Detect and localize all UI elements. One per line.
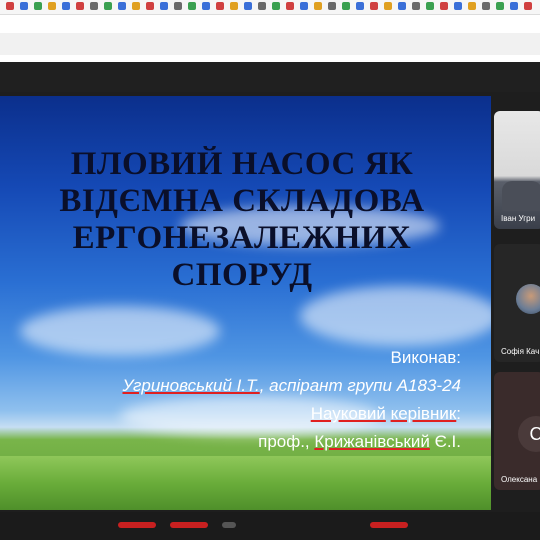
control-button[interactable] [370, 522, 408, 528]
slide-author-info: Виконав: Угриновський І.Т., аспірант гру… [1, 344, 461, 456]
advisor-initials: Є.І. [429, 432, 461, 451]
tab-favicon[interactable] [524, 2, 532, 10]
tab-favicon[interactable] [104, 2, 112, 10]
cloud-shape [300, 286, 491, 346]
slide-title-line: СПОРУД [171, 257, 313, 293]
control-button[interactable] [118, 522, 156, 528]
tab-favicon[interactable] [342, 2, 350, 10]
tab-favicon[interactable] [454, 2, 462, 10]
participant-initial-badge: C [518, 416, 540, 452]
tab-favicon[interactable] [188, 2, 196, 10]
slide-title-line: ПЛОВИЙ НАСОС ЯК [70, 146, 414, 182]
participant-name: Іван Угри [501, 214, 536, 223]
tab-favicon[interactable] [6, 2, 14, 10]
tab-favicon[interactable] [62, 2, 70, 10]
tab-favicon[interactable] [300, 2, 308, 10]
advisor-label-word: керівник [390, 404, 457, 423]
tab-favicon[interactable] [258, 2, 266, 10]
tab-favicon[interactable] [482, 2, 490, 10]
tab-favicon[interactable] [440, 2, 448, 10]
tab-favicon[interactable] [496, 2, 504, 10]
tab-favicon[interactable] [370, 2, 378, 10]
tab-favicon[interactable] [202, 2, 210, 10]
advisor-label-word: Науковий [310, 404, 386, 423]
browser-tab-strip[interactable] [0, 0, 540, 15]
tab-favicon[interactable] [118, 2, 126, 10]
tab-favicon[interactable] [132, 2, 140, 10]
tab-favicon[interactable] [90, 2, 98, 10]
tab-favicon[interactable] [272, 2, 280, 10]
advisor-title: проф., [258, 432, 315, 451]
tab-favicon[interactable] [398, 2, 406, 10]
participant-tile[interactable]: Іван Угри [494, 111, 540, 229]
participant-tile[interactable]: Софія Кач [494, 244, 540, 362]
tab-favicon[interactable] [426, 2, 434, 10]
address-bar-area [0, 15, 540, 59]
slide-title-line: ВІДЄМНА СКЛАДОВА [59, 183, 425, 219]
tab-favicon[interactable] [48, 2, 56, 10]
tab-favicon[interactable] [314, 2, 322, 10]
tab-favicon[interactable] [20, 2, 28, 10]
slide-title-line: ЕРГОНЕЗАЛЕЖНИХ [72, 220, 412, 256]
participant-name: Олексана [501, 475, 538, 484]
tab-favicon[interactable] [286, 2, 294, 10]
slide-title: ПЛОВИЙ НАСОС ЯК ВІДЄМНА СКЛАДОВА ЕРГОНЕЗ… [0, 146, 491, 294]
tab-favicon[interactable] [510, 2, 518, 10]
advisor-colon: : [456, 404, 461, 423]
tab-favicon[interactable] [230, 2, 238, 10]
tab-favicon[interactable] [174, 2, 182, 10]
tab-favicon[interactable] [34, 2, 42, 10]
tab-favicon[interactable] [384, 2, 392, 10]
meeting-header [0, 62, 540, 92]
participant-avatar [516, 284, 540, 314]
control-button[interactable] [222, 522, 236, 528]
address-bar[interactable] [0, 33, 540, 55]
tab-favicon[interactable] [76, 2, 84, 10]
tab-favicon[interactable] [244, 2, 252, 10]
shared-presentation-slide: ПЛОВИЙ НАСОС ЯК ВІДЄМНА СКЛАДОВА ЕРГОНЕЗ… [0, 96, 491, 510]
participant-video [502, 181, 540, 211]
tab-favicon[interactable] [356, 2, 364, 10]
tab-favicon[interactable] [160, 2, 168, 10]
tab-favicon[interactable] [412, 2, 420, 10]
tab-favicon[interactable] [328, 2, 336, 10]
tab-favicon[interactable] [216, 2, 224, 10]
meeting-controls [0, 512, 540, 540]
participant-tile[interactable]: C Олексана [494, 372, 540, 490]
performer-details: , аспірант групи А183-24 [259, 376, 461, 395]
advisor-label: Науковий керівник: [1, 400, 461, 428]
advisor-line: проф., Крижанівський Є.І. [1, 428, 461, 456]
tab-favicon[interactable] [146, 2, 154, 10]
performer-name: Угриновський І.Т. [122, 376, 260, 395]
control-button[interactable] [170, 522, 208, 528]
tab-favicon[interactable] [468, 2, 476, 10]
grass-field [0, 456, 491, 510]
performer-line: Угриновський І.Т., аспірант групи А183-2… [1, 372, 461, 400]
performer-label: Виконав: [390, 348, 461, 367]
advisor-name: Крижанівський [314, 432, 430, 451]
participant-name: Софія Кач [501, 347, 540, 356]
